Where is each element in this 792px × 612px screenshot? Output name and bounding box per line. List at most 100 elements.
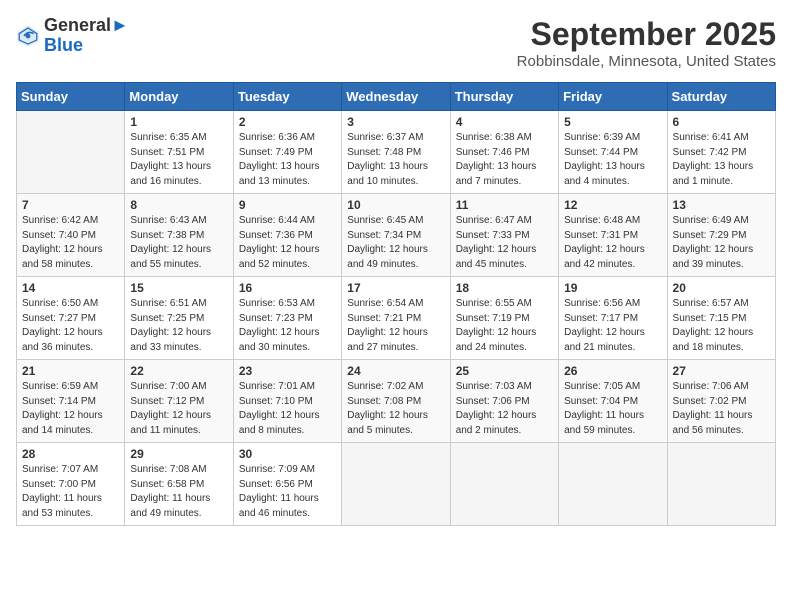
calendar-cell: 10 Sunrise: 6:45 AM Sunset: 7:34 PM Dayli… [342,194,450,277]
day-info: Sunrise: 6:54 AM Sunset: 7:21 PM Dayligh… [347,297,444,355]
day-number: 22 [130,364,227,378]
day-info: Sunrise: 7:05 AM Sunset: 7:04 PM Dayligh… [564,380,661,438]
day-info: Sunrise: 6:43 AM Sunset: 7:38 PM Dayligh… [130,214,227,272]
day-number: 8 [130,198,227,212]
location-subtitle: Robbinsdale, Minnesota, United States [517,53,776,70]
day-info: Sunrise: 7:02 AM Sunset: 7:08 PM Dayligh… [347,380,444,438]
day-number: 17 [347,281,444,295]
calendar-week-1: 1 Sunrise: 6:35 AM Sunset: 7:51 PM Daylig… [17,111,776,194]
calendar-week-2: 7Sunrise: 6:42 AM Sunset: 7:40 PM Daylig… [17,194,776,277]
day-info: Sunrise: 6:41 AM Sunset: 7:42 PM Dayligh… [673,131,770,189]
calendar-cell: 12 Sunrise: 6:48 AM Sunset: 7:31 PM Dayli… [559,194,667,277]
calendar-cell: 19 Sunrise: 6:56 AM Sunset: 7:17 PM Dayli… [559,277,667,360]
calendar-header-tuesday: Tuesday [233,83,341,111]
calendar-cell: 17 Sunrise: 6:54 AM Sunset: 7:21 PM Dayli… [342,277,450,360]
calendar-cell: 27Sunrise: 7:06 AM Sunset: 7:02 PM Dayli… [667,360,775,443]
day-info: Sunrise: 6:50 AM Sunset: 7:27 PM Dayligh… [22,297,119,355]
day-number: 24 [347,364,444,378]
day-info: Sunrise: 6:35 AM Sunset: 7:51 PM Dayligh… [130,131,227,189]
calendar-week-3: 14 Sunrise: 6:50 AM Sunset: 7:27 PM Dayli… [17,277,776,360]
day-number: 14 [22,281,119,295]
calendar-cell: 22Sunrise: 7:00 AM Sunset: 7:12 PM Dayli… [125,360,233,443]
day-info: Sunrise: 6:57 AM Sunset: 7:15 PM Dayligh… [673,297,770,355]
day-info: Sunrise: 7:03 AM Sunset: 7:06 PM Dayligh… [456,380,553,438]
calendar-cell: 28 Sunrise: 7:07 AM Sunset: 7:00 PM Dayli… [17,443,125,526]
day-info: Sunrise: 6:37 AM Sunset: 7:48 PM Dayligh… [347,131,444,189]
logo-blue: Blue [44,36,129,56]
calendar-cell: 9Sunrise: 6:44 AM Sunset: 7:36 PM Daylig… [233,194,341,277]
day-number: 13 [673,198,770,212]
day-number: 16 [239,281,336,295]
page-header: General► Blue September 2025 Robbinsdale… [16,16,776,70]
calendar-cell: 20 Sunrise: 6:57 AM Sunset: 7:15 PM Dayli… [667,277,775,360]
day-number: 5 [564,115,661,129]
calendar-week-4: 21 Sunrise: 6:59 AM Sunset: 7:14 PM Dayli… [17,360,776,443]
calendar-cell: 8 Sunrise: 6:43 AM Sunset: 7:38 PM Daylig… [125,194,233,277]
day-info: Sunrise: 6:56 AM Sunset: 7:17 PM Dayligh… [564,297,661,355]
calendar-cell: 14 Sunrise: 6:50 AM Sunset: 7:27 PM Dayli… [17,277,125,360]
day-info: Sunrise: 6:53 AM Sunset: 7:23 PM Dayligh… [239,297,336,355]
day-info: Sunrise: 6:42 AM Sunset: 7:40 PM Dayligh… [22,214,119,272]
title-block: September 2025 Robbinsdale, Minnesota, U… [517,16,776,70]
calendar-header-row: SundayMondayTuesdayWednesdayThursdayFrid… [17,83,776,111]
day-number: 3 [347,115,444,129]
day-number: 28 [22,447,119,461]
calendar-cell [667,443,775,526]
calendar-cell: 11 Sunrise: 6:47 AM Sunset: 7:33 PM Dayli… [450,194,558,277]
calendar-cell: 1 Sunrise: 6:35 AM Sunset: 7:51 PM Daylig… [125,111,233,194]
calendar-cell: 6 Sunrise: 6:41 AM Sunset: 7:42 PM Daylig… [667,111,775,194]
day-number: 21 [22,364,119,378]
logo-text-block: General► Blue [44,16,129,56]
day-info: Sunrise: 6:47 AM Sunset: 7:33 PM Dayligh… [456,214,553,272]
calendar-cell: 4Sunrise: 6:38 AM Sunset: 7:46 PM Daylig… [450,111,558,194]
calendar-cell: 16 Sunrise: 6:53 AM Sunset: 7:23 PM Dayli… [233,277,341,360]
day-number: 18 [456,281,553,295]
calendar-cell: 29 Sunrise: 7:08 AM Sunset: 6:58 PM Dayli… [125,443,233,526]
day-number: 29 [130,447,227,461]
calendar-cell: 26Sunrise: 7:05 AM Sunset: 7:04 PM Dayli… [559,360,667,443]
day-info: Sunrise: 6:59 AM Sunset: 7:14 PM Dayligh… [22,380,119,438]
day-number: 27 [673,364,770,378]
logo-general: General [44,15,111,35]
day-info: Sunrise: 6:49 AM Sunset: 7:29 PM Dayligh… [673,214,770,272]
calendar-header-friday: Friday [559,83,667,111]
day-info: Sunrise: 6:45 AM Sunset: 7:34 PM Dayligh… [347,214,444,272]
logo-icon [16,24,40,48]
day-number: 10 [347,198,444,212]
calendar-cell [342,443,450,526]
day-info: Sunrise: 7:08 AM Sunset: 6:58 PM Dayligh… [130,463,227,521]
day-info: Sunrise: 7:09 AM Sunset: 6:56 PM Dayligh… [239,463,336,521]
day-info: Sunrise: 6:38 AM Sunset: 7:46 PM Dayligh… [456,131,553,189]
day-number: 9 [239,198,336,212]
day-number: 23 [239,364,336,378]
calendar-header-monday: Monday [125,83,233,111]
calendar-cell: 23 Sunrise: 7:01 AM Sunset: 7:10 PM Dayli… [233,360,341,443]
day-info: Sunrise: 7:07 AM Sunset: 7:00 PM Dayligh… [22,463,119,521]
calendar-cell [17,111,125,194]
calendar-week-5: 28 Sunrise: 7:07 AM Sunset: 7:00 PM Dayli… [17,443,776,526]
calendar-cell: 7Sunrise: 6:42 AM Sunset: 7:40 PM Daylig… [17,194,125,277]
day-info: Sunrise: 7:01 AM Sunset: 7:10 PM Dayligh… [239,380,336,438]
calendar-header-sunday: Sunday [17,83,125,111]
calendar-header-wednesday: Wednesday [342,83,450,111]
day-number: 6 [673,115,770,129]
calendar-cell: 13 Sunrise: 6:49 AM Sunset: 7:29 PM Dayli… [667,194,775,277]
day-number: 20 [673,281,770,295]
logo: General► Blue [16,16,129,56]
day-number: 12 [564,198,661,212]
day-number: 2 [239,115,336,129]
day-number: 15 [130,281,227,295]
day-info: Sunrise: 6:48 AM Sunset: 7:31 PM Dayligh… [564,214,661,272]
calendar-cell: 30Sunrise: 7:09 AM Sunset: 6:56 PM Dayli… [233,443,341,526]
calendar-cell: 21 Sunrise: 6:59 AM Sunset: 7:14 PM Dayli… [17,360,125,443]
day-number: 1 [130,115,227,129]
month-title: September 2025 [517,16,776,53]
calendar-cell: 25Sunrise: 7:03 AM Sunset: 7:06 PM Dayli… [450,360,558,443]
day-info: Sunrise: 6:55 AM Sunset: 7:19 PM Dayligh… [456,297,553,355]
calendar-header-thursday: Thursday [450,83,558,111]
day-number: 11 [456,198,553,212]
calendar-cell [559,443,667,526]
calendar-header-saturday: Saturday [667,83,775,111]
day-info: Sunrise: 6:51 AM Sunset: 7:25 PM Dayligh… [130,297,227,355]
day-number: 19 [564,281,661,295]
